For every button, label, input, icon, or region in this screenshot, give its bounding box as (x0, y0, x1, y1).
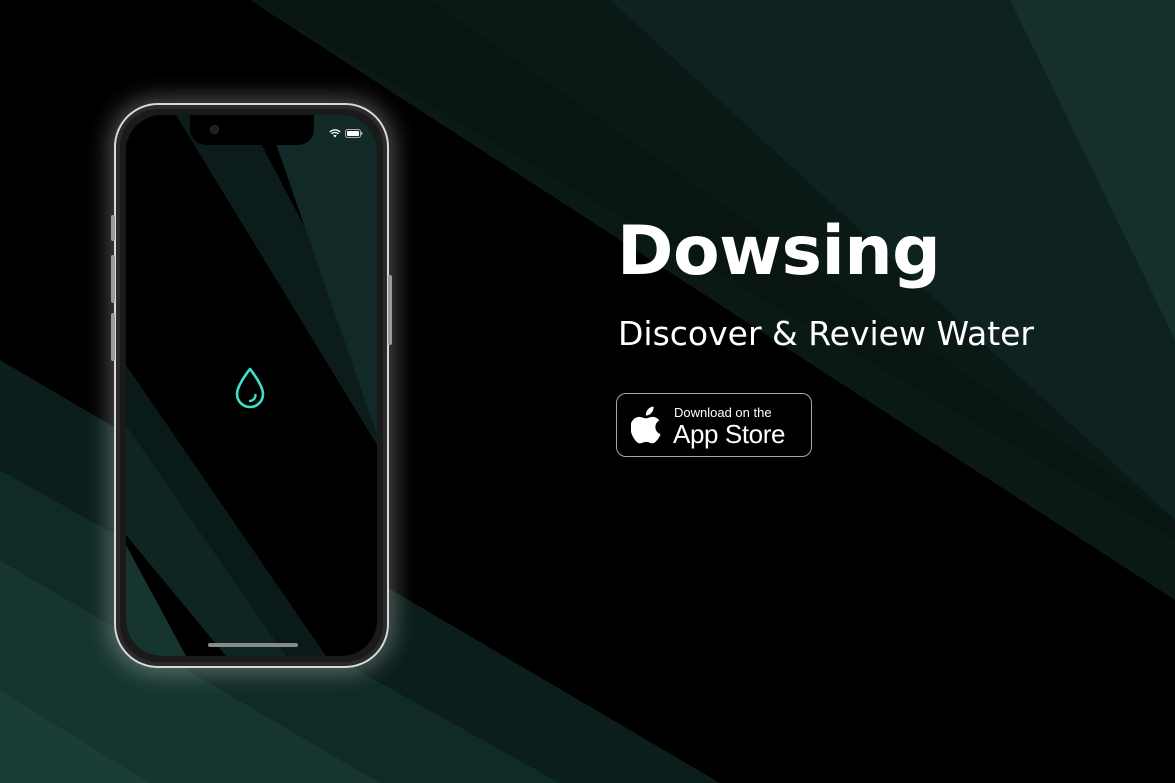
battery-icon (345, 129, 363, 138)
phone-volume-up-button (111, 255, 115, 303)
status-bar (329, 129, 363, 138)
home-indicator (208, 643, 298, 647)
phone-power-button (388, 275, 392, 345)
phone-side-button (111, 215, 115, 241)
promo-banner: Dowsing Discover & Review Water Download… (0, 0, 1175, 783)
app-title: Dowsing (617, 212, 941, 291)
app-tagline: Discover & Review Water (618, 314, 1034, 353)
water-drop-icon (235, 367, 265, 409)
phone-notch (190, 115, 314, 145)
phone-screen (126, 115, 377, 656)
phone-volume-down-button (111, 313, 115, 361)
wifi-icon (329, 129, 341, 138)
front-camera (210, 125, 219, 134)
phone-mockup (111, 103, 392, 668)
badge-line-small: Download on the (674, 405, 772, 420)
app-store-badge-button[interactable]: Download on the App Store (616, 393, 812, 457)
badge-line-large: App Store (673, 419, 786, 449)
apple-icon (631, 406, 661, 444)
